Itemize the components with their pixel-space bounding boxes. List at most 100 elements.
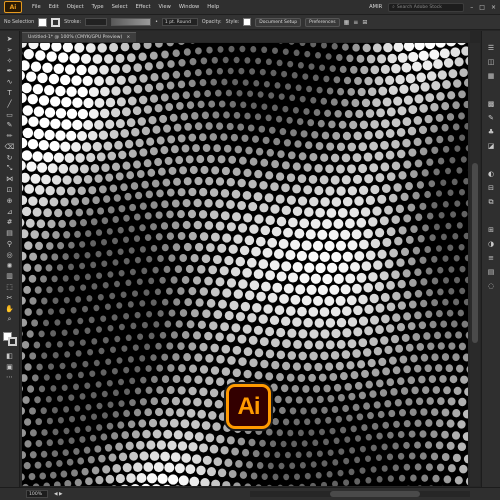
hand-tool-icon[interactable]: ✋	[4, 305, 16, 314]
stroke-weight-dropdown[interactable]	[85, 18, 108, 26]
halftone-dot	[210, 232, 220, 242]
width-tool-icon[interactable]: ⋈	[4, 175, 16, 184]
gradient-tool-icon[interactable]: ▤	[4, 229, 16, 238]
halftone-dot	[396, 127, 406, 137]
halftone-dot	[282, 48, 289, 55]
brushes-panel-icon[interactable]: ✎	[486, 113, 497, 123]
color-panel-icon[interactable]: ◑	[486, 239, 497, 249]
column-graph-tool-icon[interactable]: ▥	[4, 272, 16, 281]
symbols-panel-icon[interactable]: ♣	[486, 127, 497, 137]
fill-stroke-swatches[interactable]	[2, 332, 17, 347]
artboard-tool-icon[interactable]: ⬚	[4, 283, 16, 292]
menu-file[interactable]: File	[32, 4, 41, 10]
halftone-dot	[130, 182, 139, 190]
appearance-panel-icon[interactable]: ◐	[486, 169, 497, 179]
zoom-level-field[interactable]: 100%	[26, 490, 48, 498]
stroke-label[interactable]: Stroke:	[64, 20, 81, 25]
align-icon[interactable]: ≡	[353, 19, 358, 26]
style-label[interactable]: Style:	[226, 20, 240, 25]
halftone-dot	[323, 438, 329, 446]
curvature-tool-icon[interactable]: ∿	[4, 78, 16, 87]
libraries-panel-icon[interactable]: ▦	[486, 71, 497, 81]
properties-panel-icon[interactable]: ☰	[486, 43, 497, 53]
maximize-icon[interactable]: □	[479, 4, 485, 11]
screen-mode-icon[interactable]: ▣	[4, 362, 16, 371]
halftone-dot	[419, 202, 427, 211]
pen-tool-icon[interactable]: ✒	[4, 67, 16, 76]
eraser-tool-icon[interactable]: ⌫	[4, 143, 16, 152]
symbol-sprayer-tool-icon[interactable]: ✺	[4, 261, 16, 270]
tab-close-icon[interactable]: ×	[126, 35, 130, 40]
shape-builder-tool-icon[interactable]: ⊕	[4, 197, 16, 206]
halftone-dot	[282, 105, 289, 113]
minimize-icon[interactable]: –	[470, 4, 473, 11]
vertical-scrollbar[interactable]	[470, 43, 480, 486]
transparency-panel-icon[interactable]: ◌	[486, 281, 497, 291]
rectangle-tool-icon[interactable]: ▭	[4, 110, 16, 119]
halftone-dot	[198, 209, 208, 219]
menu-effect[interactable]: Effect	[136, 4, 151, 10]
arrange-icon[interactable]: ▦	[344, 19, 350, 26]
drawing-modes-icon[interactable]: ◧	[4, 352, 16, 361]
rotate-tool-icon[interactable]: ↻	[4, 154, 16, 163]
variable-width-profile[interactable]	[111, 18, 152, 26]
style-swatch[interactable]	[243, 18, 252, 26]
user-name[interactable]: AMIR	[369, 4, 382, 10]
halftone-dot	[234, 145, 243, 154]
halftone-dot	[326, 262, 338, 274]
stroke-swatch[interactable]	[51, 17, 61, 27]
selection-tool-icon[interactable]: ➤	[4, 35, 16, 44]
align-panel-icon[interactable]: ⊟	[486, 183, 497, 193]
opacity-label[interactable]: Opacity:	[202, 20, 222, 25]
layers-panel-icon[interactable]: ◫	[486, 57, 497, 67]
halftone-dot	[28, 116, 39, 127]
horizontal-scrollbar[interactable]	[250, 491, 470, 497]
magic-wand-tool-icon[interactable]: ✧	[4, 57, 16, 66]
fill-swatch[interactable]	[38, 17, 48, 27]
menu-object[interactable]: Object	[67, 4, 84, 10]
swatches-panel-icon[interactable]: ▩	[486, 99, 497, 109]
edit-toolbar-icon[interactable]: ⋯	[4, 373, 16, 382]
stock-search-input[interactable]: ⌕ Search Adobe Stock	[388, 2, 465, 12]
menu-edit[interactable]: Edit	[49, 4, 59, 10]
preferences-button[interactable]: Preferences	[305, 17, 340, 27]
free-transform-tool-icon[interactable]: ⊡	[4, 186, 16, 195]
scale-tool-icon[interactable]: ⤡	[4, 164, 16, 173]
brush-definition-dropdown[interactable]: 1 pt. Round	[161, 18, 198, 26]
halftone-dot	[263, 451, 270, 458]
menu-help[interactable]: Help	[207, 4, 219, 10]
stroke-color-swatch[interactable]	[7, 337, 17, 347]
paintbrush-tool-icon[interactable]: ✎	[4, 121, 16, 130]
pencil-tool-icon[interactable]: ✏	[4, 132, 16, 141]
artboard-nav-icon[interactable]: ◀ ▶	[54, 492, 63, 497]
halftone-dot	[435, 441, 444, 450]
line-tool-icon[interactable]: ╱	[4, 100, 16, 109]
halftone-dot	[145, 365, 152, 372]
transform-panel-icon[interactable]: ⊞	[486, 225, 497, 235]
close-icon[interactable]: ×	[491, 4, 496, 11]
perspective-grid-tool-icon[interactable]: ⊿	[4, 208, 16, 217]
type-tool-icon[interactable]: T	[4, 89, 16, 98]
direct-selection-tool-icon[interactable]: ➢	[4, 46, 16, 55]
stroke-panel-icon[interactable]: ≡	[486, 253, 497, 263]
slice-tool-icon[interactable]: ✂	[4, 294, 16, 303]
menu-window[interactable]: Window	[179, 4, 199, 10]
halftone-dot	[145, 190, 153, 199]
horizontal-scroll-thumb[interactable]	[330, 491, 420, 497]
zoom-tool-icon[interactable]: ⌕	[4, 315, 16, 324]
eyedropper-tool-icon[interactable]: ⚲	[4, 240, 16, 249]
menu-select[interactable]: Select	[112, 4, 128, 10]
gradient-panel-icon[interactable]: ▤	[486, 267, 497, 277]
vertical-scroll-thumb[interactable]	[472, 163, 478, 343]
document-tab[interactable]: Untitled-1* @ 100% (CMYK/GPU Preview) ×	[22, 32, 137, 42]
menu-view[interactable]: View	[159, 4, 171, 10]
mesh-tool-icon[interactable]: #	[4, 218, 16, 227]
pathfinder-panel-icon[interactable]: ⧉	[486, 197, 497, 207]
transform-icon[interactable]: ⊞	[362, 19, 367, 26]
menu-type[interactable]: Type	[92, 4, 104, 10]
halftone-dot	[332, 459, 339, 466]
ai-app-icon[interactable]: Ai	[4, 1, 22, 13]
document-setup-button[interactable]: Document Setup	[255, 17, 302, 27]
graphic-styles-panel-icon[interactable]: ◪	[486, 141, 497, 151]
blend-tool-icon[interactable]: ◎	[4, 251, 16, 260]
